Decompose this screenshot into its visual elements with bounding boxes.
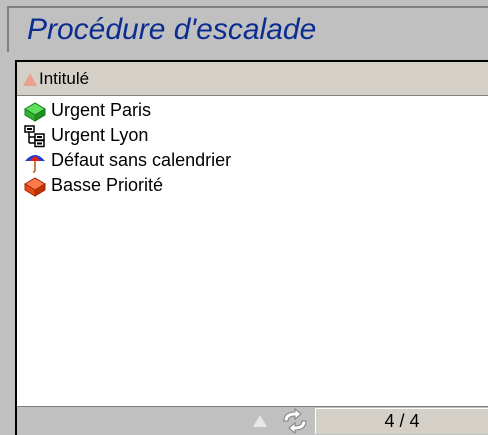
title-bar: Procédure d'escalade bbox=[7, 6, 488, 52]
list-item-label: Basse Priorité bbox=[51, 175, 164, 195]
column-header-intitule[interactable]: Intitulé bbox=[17, 62, 89, 95]
pager-bar: 4 / 4 bbox=[17, 406, 488, 435]
green-box-icon bbox=[24, 101, 46, 122]
list-item-label: Urgent Lyon bbox=[51, 125, 149, 145]
red-box-icon bbox=[24, 176, 46, 197]
escalation-list[interactable]: Intitulé Urgent Paris Urgent Lyon Défaut… bbox=[15, 60, 488, 435]
list-item-defaut-sans-calendrier[interactable]: Défaut sans calendrier bbox=[17, 148, 488, 173]
sort-ascending-icon bbox=[23, 73, 37, 86]
list-item-label: Urgent Paris bbox=[51, 100, 152, 120]
list-item-label: Défaut sans calendrier bbox=[51, 150, 232, 170]
window-title: Procédure d'escalade bbox=[27, 13, 317, 46]
escalation-window: Procédure d'escalade Intitulé Urgent Par… bbox=[0, 0, 488, 435]
column-header-label: Intitulé bbox=[39, 68, 90, 88]
list-header: Intitulé bbox=[17, 62, 488, 96]
list-item-urgent-lyon[interactable]: Urgent Lyon bbox=[17, 123, 488, 148]
list-item-urgent-paris[interactable]: Urgent Paris bbox=[17, 98, 488, 123]
pager-count: 4 / 4 bbox=[315, 408, 488, 434]
list-rows: Urgent Paris Urgent Lyon Défaut sans cal… bbox=[17, 98, 488, 198]
hierarchy-icon bbox=[24, 124, 45, 147]
triangle-up-icon[interactable] bbox=[253, 415, 267, 427]
arrows-icon[interactable] bbox=[280, 408, 310, 434]
list-item-basse-priorite[interactable]: Basse Priorité bbox=[17, 173, 488, 198]
umbrella-icon bbox=[25, 154, 45, 173]
